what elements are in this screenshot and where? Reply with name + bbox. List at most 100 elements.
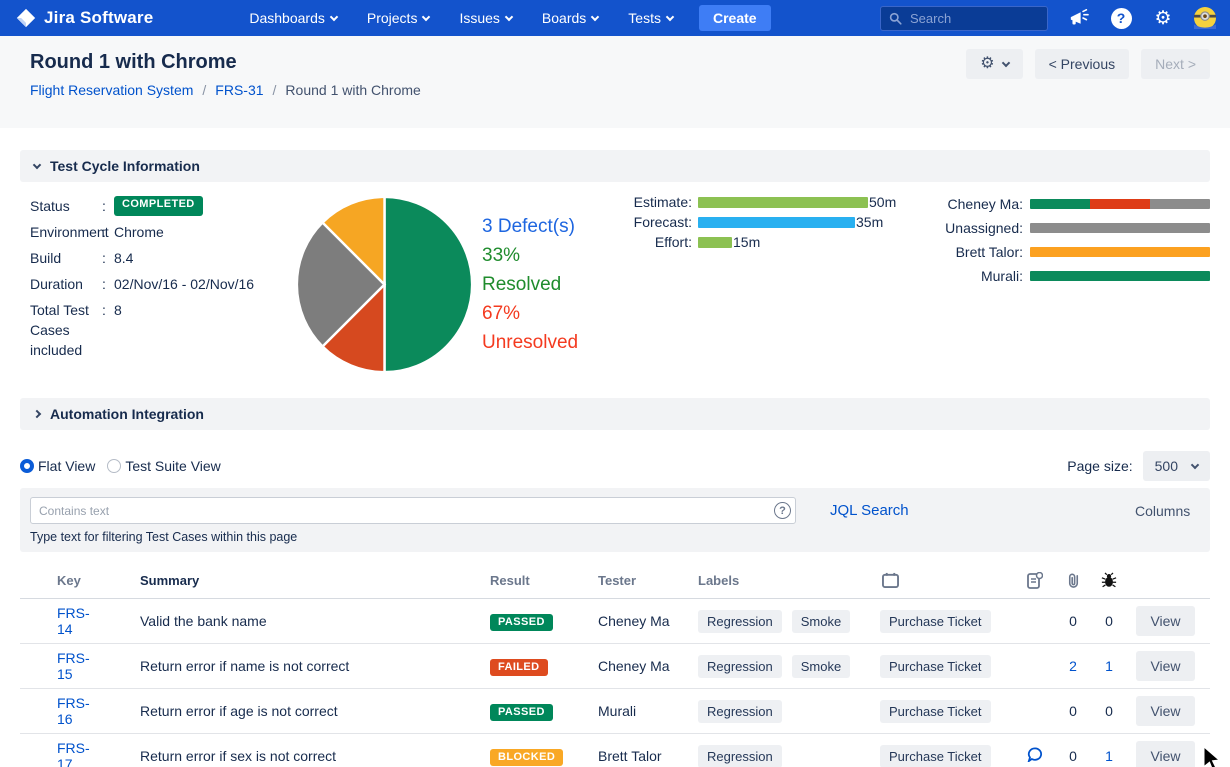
header-tester[interactable]: Tester	[598, 573, 698, 588]
effort-bar	[698, 237, 732, 248]
nav-projects[interactable]: Projects	[367, 10, 430, 26]
label-chip: Regression	[698, 745, 782, 767]
view-button[interactable]: View	[1136, 651, 1194, 681]
tester-bar-row: Cheney Ma:	[910, 192, 1210, 216]
notes-cell[interactable]	[1015, 747, 1055, 765]
cycle-settings-button[interactable]: ⚙	[966, 49, 1022, 79]
jql-search-link[interactable]: JQL Search	[830, 502, 909, 519]
page-size-label: Page size:	[1067, 458, 1132, 474]
result-badge[interactable]: PASSED	[490, 614, 553, 631]
breadcrumb: Flight Reservation System / FRS-31 / Rou…	[30, 82, 421, 98]
breadcrumb-issue-link[interactable]: FRS-31	[215, 82, 263, 98]
notes-icon	[1027, 572, 1043, 589]
header-result[interactable]: Result	[488, 573, 598, 588]
forecast-bar-row: Forecast: 35m	[610, 212, 910, 232]
testcase-key-link[interactable]: FRS-15	[57, 650, 90, 682]
header-version[interactable]	[880, 572, 1015, 588]
forecast-bar	[698, 217, 855, 228]
defect-count: 0	[1105, 613, 1113, 629]
table-row[interactable]: FRS-15 Return error if name is not corre…	[20, 644, 1210, 689]
columns-link[interactable]: Columns	[1135, 503, 1190, 519]
field-duration: Duration : 02/Nov/16 - 02/Nov/16	[30, 274, 280, 294]
header-notes[interactable]	[1015, 572, 1055, 589]
result-badge[interactable]: BLOCKED	[490, 749, 563, 766]
tester-name: Cheney Ma	[598, 613, 698, 629]
settings-button[interactable]: ⚙	[1152, 7, 1174, 29]
tester-bar-row: Unassigned:	[910, 216, 1210, 240]
next-button[interactable]: Next >	[1141, 49, 1210, 79]
tester-progress-bars: Cheney Ma: Unassigned: Brett Talor: Mura…	[910, 192, 1210, 288]
mouse-cursor	[1203, 747, 1225, 767]
result-badge[interactable]: FAILED	[490, 659, 548, 676]
table-row[interactable]: FRS-17 Return error if sex is not correc…	[20, 734, 1210, 767]
section-automation-integration[interactable]: Automation Integration	[20, 398, 1210, 430]
attachment-count: 0	[1069, 703, 1077, 719]
tester-name: Brett Talor	[598, 748, 698, 764]
contains-text-input[interactable]	[30, 497, 796, 524]
jira-test-cycle-page: Jira Software Dashboards Projects Issues…	[0, 0, 1230, 767]
nav-issues[interactable]: Issues	[459, 10, 511, 26]
table-row[interactable]: FRS-14 Valid the bank name PASSED Cheney…	[20, 599, 1210, 644]
label-chip: Regression	[698, 700, 782, 723]
view-button[interactable]: View	[1136, 696, 1194, 726]
cycle-info-content: Status : COMPLETED Environment : Chrome …	[20, 184, 1210, 390]
search-input[interactable]	[910, 11, 1030, 26]
chevron-down-icon	[591, 12, 599, 20]
attachment-count-link[interactable]: 2	[1069, 658, 1077, 674]
breadcrumb-project-link[interactable]: Flight Reservation System	[30, 82, 193, 98]
tester-bar-row: Murali:	[910, 264, 1210, 288]
help-icon: ?	[1111, 8, 1132, 29]
page-size-select[interactable]: 500	[1143, 451, 1210, 481]
testcase-key-link[interactable]: FRS-17	[57, 740, 90, 767]
announcements-button[interactable]	[1068, 7, 1090, 29]
chevron-down-icon	[422, 12, 430, 20]
attachment-count: 0	[1069, 748, 1077, 764]
header-key[interactable]: Key	[20, 573, 100, 588]
brett-talor-bar	[1030, 247, 1210, 257]
view-button[interactable]: View	[1136, 741, 1194, 767]
section-test-cycle-information[interactable]: Test Cycle Information	[20, 150, 1210, 182]
test-suite-view-radio[interactable]: Test Suite View	[107, 458, 220, 474]
chevron-down-icon	[1191, 460, 1199, 468]
header-attachments[interactable]	[1055, 572, 1091, 589]
tester-bar-row: Brett Talor:	[910, 240, 1210, 264]
header-labels[interactable]: Labels	[698, 573, 880, 588]
result-badge[interactable]: PASSED	[490, 704, 553, 721]
gear-icon: ⚙	[1154, 9, 1171, 28]
field-environment: Environment : Chrome	[30, 222, 280, 242]
user-avatar[interactable]	[1194, 7, 1216, 29]
testcase-key-link[interactable]: FRS-14	[57, 605, 90, 637]
table-row[interactable]: FRS-16 Return error if age is not correc…	[20, 689, 1210, 734]
flat-view-radio[interactable]: Flat View	[20, 458, 95, 474]
previous-button[interactable]: < Previous	[1035, 49, 1130, 79]
top-navbar: Jira Software Dashboards Projects Issues…	[0, 0, 1230, 36]
defect-count-link[interactable]: 1	[1105, 748, 1113, 764]
cycle-fields: Status : COMPLETED Environment : Chrome …	[30, 196, 280, 366]
header-summary[interactable]: Summary	[100, 573, 488, 588]
field-total-test-cases: Total Test Cases included : 8	[30, 300, 280, 360]
nav-dashboards[interactable]: Dashboards	[249, 10, 337, 26]
help-button[interactable]: ?	[1110, 7, 1132, 29]
label-chip: Regression	[698, 610, 782, 633]
megaphone-icon	[1069, 9, 1089, 27]
chevron-down-icon	[666, 12, 674, 20]
header-defects[interactable]	[1091, 572, 1127, 589]
resolved-pct: 33%	[482, 241, 578, 270]
global-search[interactable]	[880, 6, 1048, 31]
defect-count-link[interactable]: 1	[1105, 658, 1113, 674]
view-button[interactable]: View	[1136, 606, 1194, 636]
nav-boards[interactable]: Boards	[542, 10, 598, 26]
jira-logo[interactable]: Jira Software	[16, 8, 153, 28]
defects-link[interactable]: 3 Defect(s)	[482, 216, 575, 237]
estimate-bar	[698, 197, 868, 208]
create-button[interactable]: Create	[699, 5, 771, 31]
nav-tests[interactable]: Tests	[628, 10, 673, 26]
filter-panel: ? JQL Search Columns Type text for filte…	[20, 488, 1210, 552]
breadcrumb-current: Round 1 with Chrome	[285, 82, 420, 98]
defect-count: 0	[1105, 703, 1113, 719]
brand-text: Jira Software	[44, 8, 153, 28]
execution-pie-chart	[292, 192, 477, 377]
filter-hint: Type text for filtering Test Cases withi…	[30, 530, 297, 544]
question-circle-icon[interactable]: ?	[774, 502, 791, 519]
testcase-key-link[interactable]: FRS-16	[57, 695, 90, 727]
